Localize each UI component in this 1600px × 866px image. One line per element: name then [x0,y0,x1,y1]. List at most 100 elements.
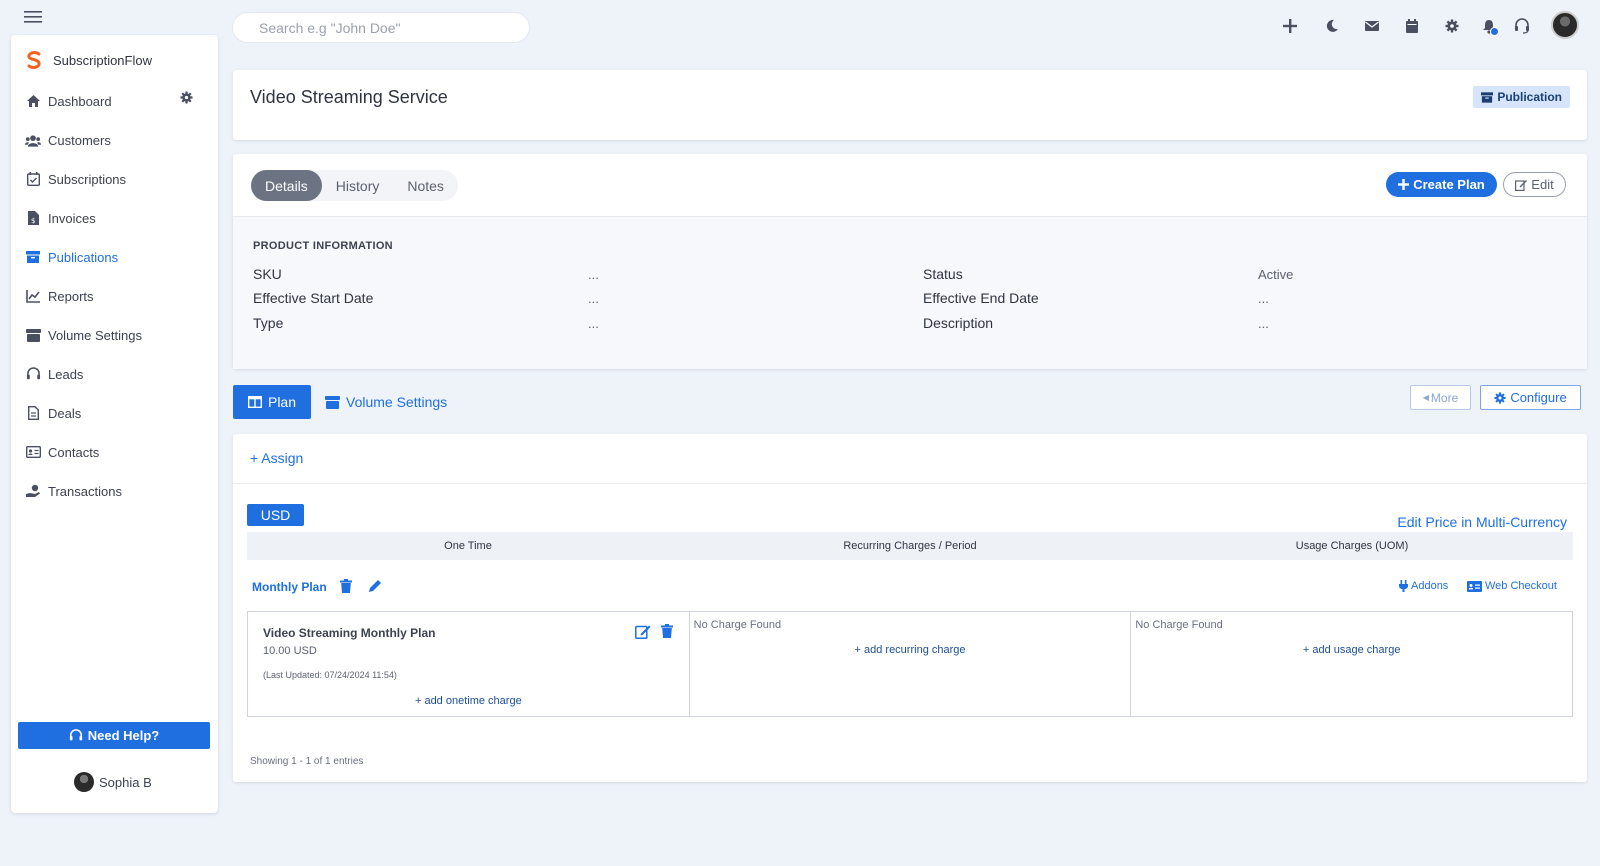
charge-item-name: Video Streaming Monthly Plan [263,626,436,640]
configure-label: Configure [1510,390,1567,405]
home-icon [25,93,41,109]
caret-left-icon: ◀ [1422,393,1429,402]
svg-text:$: $ [31,217,35,225]
calendar-icon[interactable] [1402,16,1422,36]
gear-icon [1494,391,1506,404]
need-help-button[interactable]: Need Help? [18,722,210,749]
tab-plan[interactable]: Plan [233,385,311,419]
plus-icon[interactable] [1280,16,1300,36]
sidebar-item-leads[interactable]: Leads [25,363,205,385]
sidebar-item-label: Deals [48,405,82,421]
sidebar-item-dashboard[interactable]: Dashboard [25,90,205,112]
sidebar-item-subscriptions[interactable]: Subscriptions [25,168,205,190]
brand-logo[interactable]: SubscriptionFlow [25,51,152,69]
start-date-value: ... [588,291,599,306]
mail-icon[interactable] [1362,16,1382,36]
bell-icon[interactable] [1479,16,1499,36]
usage-charge-cell: No Charge Found + add usage charge [1131,612,1572,716]
subscriptionflow-logo-icon [27,51,41,69]
archive-icon [25,249,41,265]
trash-icon[interactable] [340,579,352,593]
sidebar-item-contacts[interactable]: Contacts [25,441,205,463]
sku-label: SKU [253,266,282,282]
more-button[interactable]: ◀ More [1410,385,1471,410]
plus-icon [1398,179,1410,190]
tab-notes[interactable]: Notes [393,170,458,201]
tab-details[interactable]: Details [251,170,322,201]
configure-button[interactable]: Configure [1480,385,1581,410]
end-date-value: ... [1258,291,1269,306]
more-label: More [1430,390,1459,405]
sidebar-item-label: Customers [48,132,111,148]
page-title: Video Streaming Service [250,87,448,107]
brand-name: SubscriptionFlow [53,52,152,68]
sku-value: ... [588,267,599,282]
sidebar-item-label: Leads [48,366,84,382]
edit-multi-currency-link[interactable]: Edit Price in Multi-Currency [1397,514,1567,530]
no-charge-text: No Charge Found [1135,619,1223,631]
details-card: Details History Notes Create Plan Edit P… [233,154,1587,369]
plan-tab-label: Plan [267,394,297,410]
web-checkout-link[interactable]: Web Checkout [1467,580,1557,592]
divider [233,483,1587,484]
edit-button[interactable]: Edit [1503,172,1566,197]
plan-name-link[interactable]: Monthly Plan [252,580,327,594]
create-plan-label: Create Plan [1413,177,1485,192]
hamburger-menu-icon[interactable] [24,10,44,24]
sidebar-item-invoices[interactable]: $ Invoices [25,207,205,229]
sidebar-item-label: Reports [48,288,94,304]
headset-icon [69,728,82,740]
type-label: Type [253,315,284,331]
sidebar-item-publications[interactable]: Publications [25,246,205,268]
sidebar-item-deals[interactable]: Deals [25,402,205,424]
publication-badge: Publication [1473,86,1570,108]
sidebar-user[interactable]: Sophia B [74,772,152,792]
search-input[interactable] [232,12,530,43]
gear-icon[interactable] [1442,16,1462,36]
product-information: PRODUCT INFORMATION SKU ... Effective St… [233,217,1587,369]
edit-icon [1515,179,1528,191]
moon-icon[interactable] [1322,16,1342,36]
charge-item-price: 10.00 USD [263,645,317,657]
edit-icon[interactable] [635,624,651,639]
add-usage-charge-link[interactable]: + add usage charge [1131,644,1572,656]
sidebar-item-transactions[interactable]: Transactions [25,480,205,502]
users-icon [25,132,41,148]
addons-link[interactable]: Addons [1399,580,1448,592]
status-label: Status [923,266,963,282]
sidebar-item-reports[interactable]: Reports [25,285,205,307]
add-onetime-charge-link[interactable]: + add onetime charge [248,695,689,707]
plug-icon [1399,580,1408,592]
headset-icon[interactable] [1512,16,1532,36]
dashboard-settings-gear-icon[interactable] [180,91,194,105]
box-icon [25,327,41,343]
sidebar-item-label: Dashboard [48,93,112,109]
volume-tab-label: Volume Settings [346,394,448,410]
charges-grid: Video Streaming Monthly Plan 10.00 USD (… [247,611,1573,717]
sidebar-item-volume-settings[interactable]: Volume Settings [25,324,205,346]
sidebar-item-label: Subscriptions [48,171,127,187]
sidebar-item-customers[interactable]: Customers [25,129,205,151]
sidebar-item-label: Publications [48,249,119,265]
tab-volume-settings[interactable]: Volume Settings [325,385,447,419]
end-date-label: Effective End Date [923,290,1039,306]
add-recurring-charge-link[interactable]: + add recurring charge [690,644,1131,656]
pencil-icon[interactable] [369,579,382,592]
chart-line-icon [25,288,41,304]
user-avatar[interactable] [1551,11,1579,39]
tab-history[interactable]: History [322,170,394,201]
onetime-charge-cell: Video Streaming Monthly Plan 10.00 USD (… [248,612,690,716]
addons-label: Addons [1411,580,1449,592]
trash-icon[interactable] [661,624,673,638]
plan-card: + Assign USD Edit Price in Multi-Currenc… [233,434,1587,782]
charges-header: One Time Recurring Charges / Period Usag… [247,532,1573,560]
web-checkout-label: Web Checkout [1485,580,1557,592]
currency-badge[interactable]: USD [247,504,304,526]
column-header: Usage Charges (UOM) [1295,540,1409,552]
badge-label: Publication [1497,90,1562,104]
create-plan-button[interactable]: Create Plan [1386,172,1497,197]
column-header: One Time [444,540,492,552]
assign-link[interactable]: + Assign [250,450,303,466]
id-card-icon [25,444,41,460]
sidebar: SubscriptionFlow Dashboard Customers Sub… [11,35,218,813]
